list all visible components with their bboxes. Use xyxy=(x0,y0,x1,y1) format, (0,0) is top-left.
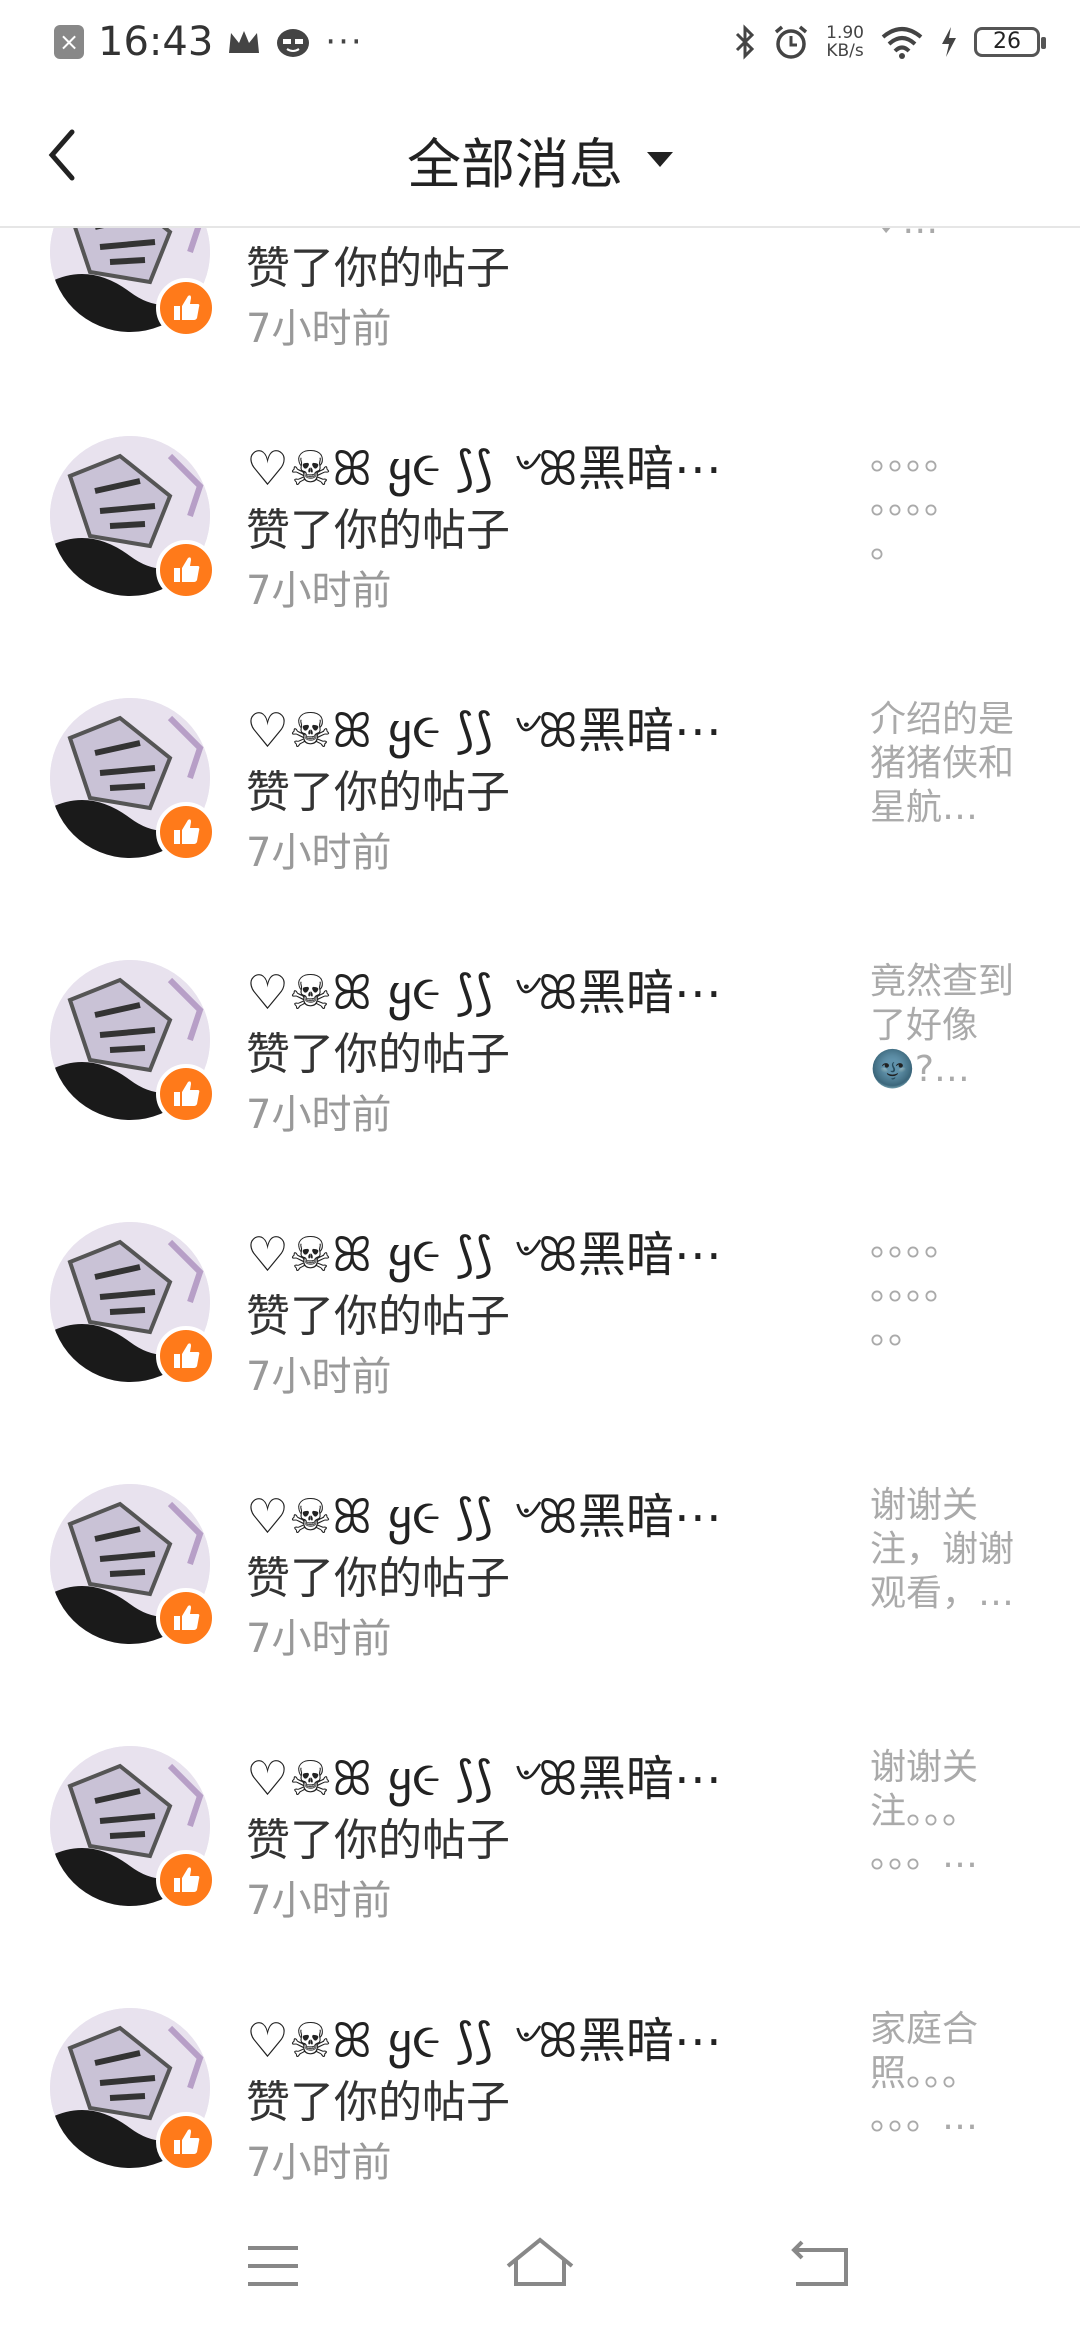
return-button[interactable] xyxy=(760,2220,880,2320)
like-badge xyxy=(156,1326,216,1386)
crown-icon xyxy=(229,31,260,53)
notification-action: 赞了你的帖子 xyxy=(246,1291,510,1342)
notification-action: 赞了你的帖子 xyxy=(246,505,510,556)
notification-item[interactable]: ♡☠ꕤ ყ૯ ⟆⟆ ৺ꕤ黑暗⋯ 赞了你的帖子 7小时前 介绍的是 猪猪侠和 星航… xyxy=(0,696,1080,958)
status-time: 16:43 xyxy=(98,19,214,65)
post-preview[interactable]: 介绍的是 猪猪侠和 星航… xyxy=(870,698,1030,830)
notification-action: 赞了你的帖子 xyxy=(246,1029,510,1080)
battery-icon: 26 xyxy=(974,27,1046,57)
close-notification-icon: × xyxy=(54,25,84,59)
status-bar: × 16:43 ··· 1.90 KB/s 26 xyxy=(0,0,1080,84)
post-preview[interactable]: 谢谢关 注，谢谢 观看，… xyxy=(870,1484,1030,1616)
notification-item[interactable]: ♡☠ꕤ ყ૯ ⟆⟆ ৺ꕤ黑暗⋯ 赞了你的帖子 7小时前 竟然查到 了好像 🌚?… xyxy=(0,958,1080,1220)
notification-item[interactable]: ♡☠ꕤ ყ૯ ⟆⟆ ৺ꕤ黑暗⋯ 赞了你的帖子 7小时前。。。。 。。。。 。 xyxy=(0,434,1080,696)
thumbs-up-icon xyxy=(174,1081,200,1106)
menu-button[interactable] xyxy=(220,2220,340,2320)
notification-time: 7小时前 xyxy=(246,830,392,876)
like-badge xyxy=(156,802,216,862)
notification-item[interactable]: ♡☠ꕤ ყ૯ ⟆⟆ ৺ꕤ黑暗⋯ 赞了你的帖子 7小时前 谢谢关 注。。。 。。。… xyxy=(0,1744,1080,2006)
home-icon xyxy=(506,2237,574,2286)
notification-list: 赞了你的帖子7小时前了❤️❤️ ♥…♡☠ꕤ ყ૯ ⟆⟆ ৺ꕤ黑暗⋯赞了你的帖子7… xyxy=(0,0,1080,2340)
thumbs-up-icon xyxy=(174,557,200,582)
bluetooth-icon xyxy=(736,24,755,60)
home-button[interactable] xyxy=(480,2220,600,2320)
like-badge xyxy=(156,540,216,600)
post-preview[interactable]: 家庭合 照。。。 。。。… xyxy=(870,2008,1030,2140)
notification-time: 7小时前 xyxy=(246,568,392,614)
return-icon xyxy=(791,2240,848,2286)
charging-icon xyxy=(942,27,956,57)
more-dots-icon: ··· xyxy=(325,22,364,62)
notification-time: 7小时前 xyxy=(246,306,392,352)
notification-time: 7小时前 xyxy=(246,2140,392,2186)
thumbs-up-icon xyxy=(174,1343,200,1368)
notification-action: 赞了你的帖子 xyxy=(246,243,510,294)
post-preview[interactable]: 。。。。 。。。。 。。 xyxy=(870,1222,1030,1354)
notification-item[interactable]: ♡☠ꕤ ყ૯ ⟆⟆ ৺ꕤ黑暗⋯ 赞了你的帖子 7小时前。。。。 。。。。 。。 xyxy=(0,1220,1080,1482)
net-speed: 1.90 KB/s xyxy=(826,23,864,61)
notification-time: 7小时前 xyxy=(246,1878,392,1924)
notification-action: 赞了你的帖子 xyxy=(246,767,510,818)
like-badge xyxy=(156,1064,216,1124)
post-preview[interactable]: 竟然查到 了好像 🌚?… xyxy=(870,960,1030,1092)
notification-action: 赞了你的帖子 xyxy=(246,1553,510,1604)
post-preview[interactable]: 。。。。 。。。。 。 xyxy=(870,436,1030,568)
notification-action: 赞了你的帖子 xyxy=(246,1815,510,1866)
post-preview[interactable]: 谢谢关 注。。。 。。。… xyxy=(870,1746,1030,1878)
system-nav-bar xyxy=(0,2200,1080,2340)
thumbs-up-icon xyxy=(174,1867,200,1892)
thumbs-up-icon xyxy=(174,2129,200,2154)
app-header: 全部消息 xyxy=(0,84,1080,228)
title-dropdown[interactable]: 全部消息 xyxy=(0,120,1080,199)
wifi-icon xyxy=(881,27,923,59)
notification-time: 7小时前 xyxy=(246,1092,392,1138)
like-badge xyxy=(156,2112,216,2172)
emoji-icon xyxy=(277,29,310,57)
notification-time: 7小时前 xyxy=(246,1354,392,1400)
notification-action: 赞了你的帖子 xyxy=(246,2077,510,2128)
alarm-icon xyxy=(775,25,808,59)
like-badge xyxy=(156,1850,216,1910)
thumbs-up-icon xyxy=(174,1605,200,1630)
like-badge xyxy=(156,1588,216,1648)
like-badge xyxy=(156,278,216,338)
thumbs-up-icon xyxy=(174,295,200,320)
notification-time: 7小时前 xyxy=(246,1616,392,1662)
caret-down-icon xyxy=(647,152,673,167)
menu-icon xyxy=(248,2246,298,2286)
thumbs-up-icon xyxy=(174,819,200,844)
page-title: 全部消息 xyxy=(407,133,623,196)
notification-item[interactable]: ♡☠ꕤ ყ૯ ⟆⟆ ৺ꕤ黑暗⋯ 赞了你的帖子 7小时前 谢谢关 注，谢谢 观看，… xyxy=(0,1482,1080,1744)
